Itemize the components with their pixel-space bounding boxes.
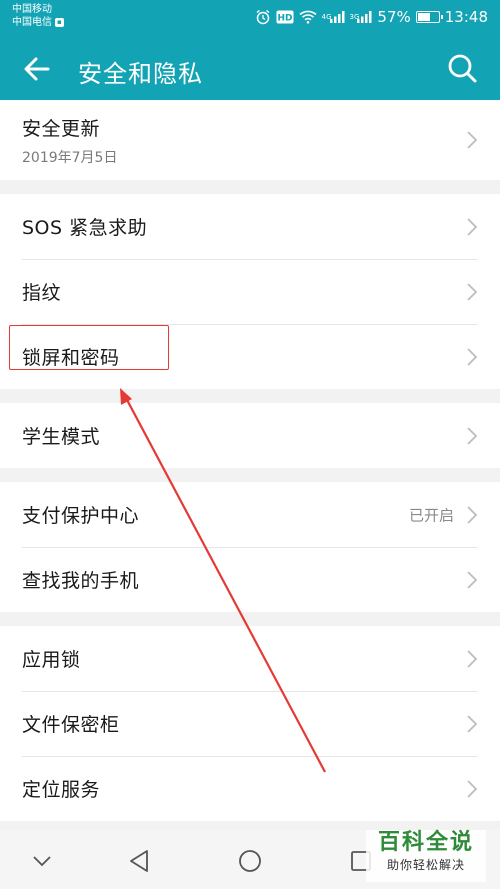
settings-item-app-lock[interactable]: 应用锁 <box>0 626 500 691</box>
item-title: 应用锁 <box>22 649 81 671</box>
battery-fill <box>417 13 431 21</box>
svg-text:HD: HD <box>277 14 292 24</box>
chevron-right-icon <box>467 714 478 733</box>
chevron-right-icon <box>467 217 478 236</box>
chevron-right-icon <box>467 570 478 589</box>
item-title: 文件保密柜 <box>22 714 120 736</box>
settings-item-student-mode[interactable]: 学生模式 <box>0 403 500 468</box>
watermark-title: 百科全说 <box>377 830 474 855</box>
settings-item-security-update[interactable]: 安全更新 2019年7月5日 <box>0 100 500 180</box>
battery-icon <box>415 11 443 23</box>
status-bar: 中国移动 中国电信 ▪ HD 4G 3G 57% 13:48 <box>0 0 500 36</box>
battery-percent: 57% <box>377 8 411 26</box>
signal-4g-icon: 4G <box>322 10 345 24</box>
chevron-right-icon <box>467 649 478 668</box>
item-title: 指纹 <box>22 282 62 304</box>
search-button[interactable] <box>446 52 478 84</box>
item-title: 学生模式 <box>22 426 101 448</box>
settings-item-payment-protection[interactable]: 支付保护中心 已开启 <box>0 482 500 547</box>
page-title: 安全和隐私 <box>78 60 203 88</box>
nav-collapse-button[interactable] <box>27 847 57 875</box>
item-title: 安全更新 <box>22 117 101 140</box>
settings-list: 安全更新 2019年7月5日 SOS 紧急求助 指纹 锁屏和密码 学生模式 支付… <box>0 100 500 865</box>
chevron-down-icon <box>33 856 51 867</box>
carrier-1: 中国移动 <box>12 4 52 15</box>
item-title: 定位服务 <box>22 779 101 801</box>
chevron-right-icon <box>467 131 478 149</box>
chevron-right-icon <box>467 347 478 366</box>
circle-home-icon <box>239 850 261 872</box>
status-icons: HD 4G 3G 57% 13:48 <box>255 8 488 26</box>
signal-3g-icon: 3G <box>350 10 373 24</box>
app-toolbar: 安全和隐私 <box>0 36 500 100</box>
chevron-right-icon <box>467 426 478 445</box>
chevron-right-icon <box>467 779 478 798</box>
settings-item-find-my-phone[interactable]: 查找我的手机 <box>0 547 500 612</box>
settings-item-sos[interactable]: SOS 紧急求助 <box>0 194 500 259</box>
volte-badge: ▪ <box>55 18 64 27</box>
carrier-info: 中国移动 中国电信 ▪ <box>12 3 64 29</box>
triangle-back-icon <box>130 850 148 872</box>
back-button[interactable] <box>20 52 54 86</box>
watermark-subtitle: 助你轻松解决 <box>386 858 465 872</box>
nav-home-button[interactable] <box>235 847 265 875</box>
item-title: 锁屏和密码 <box>22 347 120 369</box>
item-title: 支付保护中心 <box>22 505 140 527</box>
item-title: SOS 紧急求助 <box>22 217 148 239</box>
settings-item-file-safe[interactable]: 文件保密柜 <box>0 691 500 756</box>
hd-icon: HD <box>276 10 294 24</box>
settings-item-fingerprint[interactable]: 指纹 <box>0 259 500 324</box>
arrow-left-icon <box>24 57 50 81</box>
clock: 13:48 <box>444 8 488 26</box>
nav-back-button[interactable] <box>124 847 154 875</box>
wifi-icon <box>299 10 317 24</box>
carrier-2: 中国电信 <box>12 17 52 28</box>
chevron-right-icon <box>467 282 478 301</box>
settings-group-update: 安全更新 2019年7月5日 <box>0 100 500 180</box>
watermark: 百科全说 助你轻松解决 <box>366 830 486 882</box>
settings-group-payment: 支付保护中心 已开启 查找我的手机 <box>0 482 500 612</box>
settings-group-apps: 应用锁 文件保密柜 定位服务 <box>0 626 500 821</box>
item-subtitle: 2019年7月5日 <box>22 149 118 166</box>
search-icon <box>448 54 477 83</box>
settings-group-security: SOS 紧急求助 指纹 锁屏和密码 <box>0 194 500 389</box>
status-value: 已开启 <box>408 506 454 524</box>
alarm-icon <box>255 9 271 25</box>
settings-item-lockscreen-password[interactable]: 锁屏和密码 <box>0 324 500 389</box>
item-title: 查找我的手机 <box>22 570 140 592</box>
settings-item-location-service[interactable]: 定位服务 <box>0 756 500 821</box>
chevron-right-icon <box>467 505 478 524</box>
settings-group-student: 学生模式 <box>0 403 500 468</box>
